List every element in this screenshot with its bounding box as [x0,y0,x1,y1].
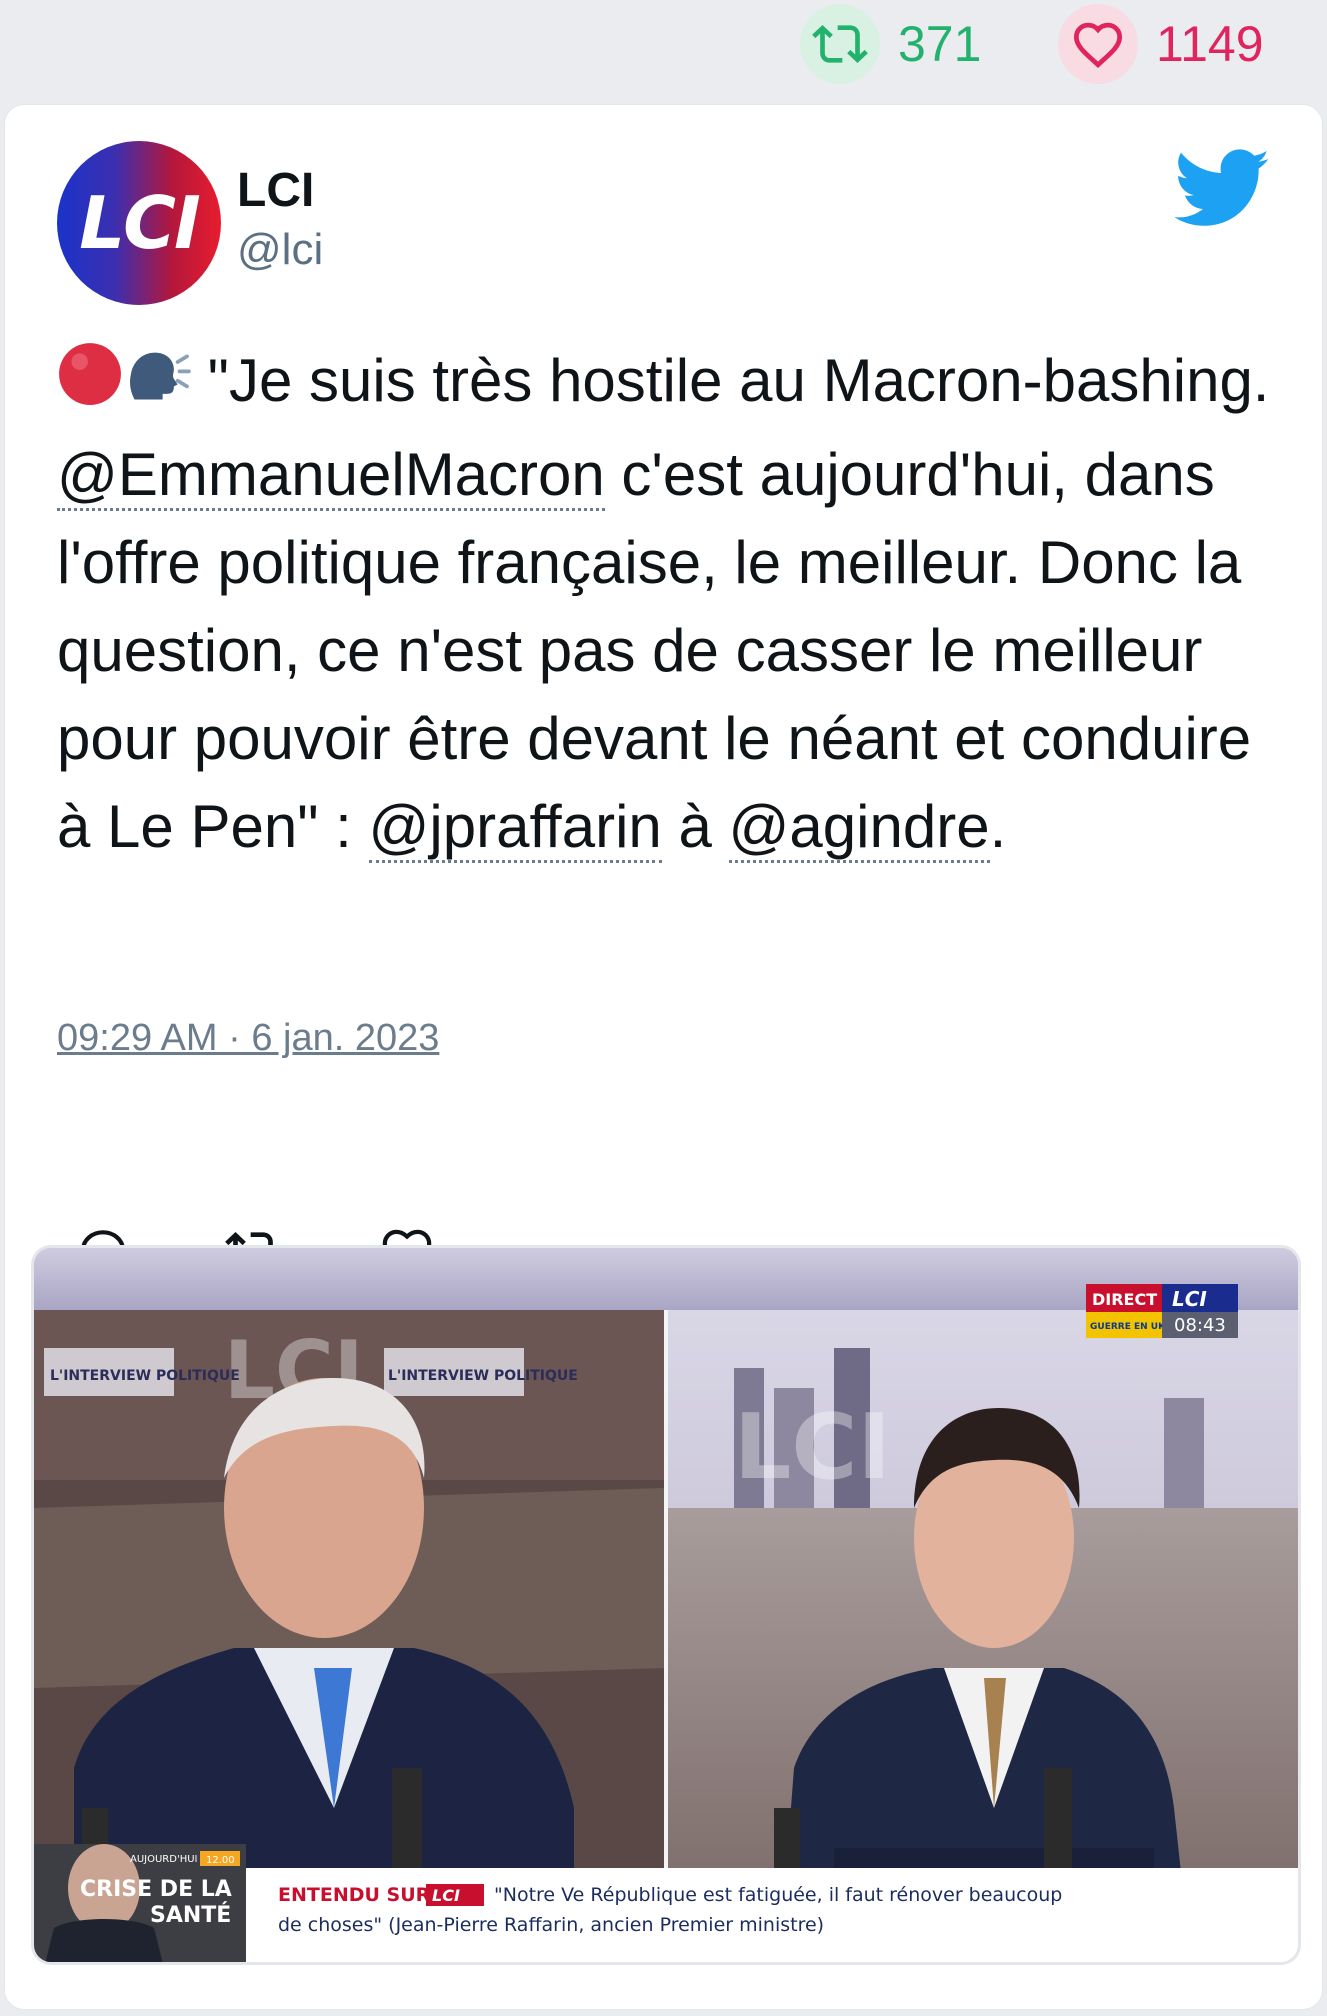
inset-aujourdhui: AUJOURD'HUI [130,1854,198,1865]
tweet-text: "Je suis très hostile au Macron-bashing.… [57,337,1277,871]
mention-agindre[interactable]: @agindre [728,793,990,863]
entendu-banner: ENTENDU SUR LCI "Notre Ve République est… [246,1868,1298,1962]
direct-label: DIRECT [1092,1290,1157,1309]
inset-time: 12.00 [206,1855,235,1866]
right-studio-panel: LCI [668,1310,1298,1900]
engagement-stats-bar: 371 1149 [0,0,1327,96]
heart-icon [1058,4,1138,84]
entendu-label: ENTENDU SUR [278,1884,431,1906]
inset-crise-line-2: SANTÉ [150,1902,231,1928]
interview-sign-2: L'INTERVIEW POLITIQUE [388,1368,578,1384]
like-count: 1149 [1156,16,1264,72]
quote-line-2: de choses" (Jean-Pierre Raffarin, ancien… [278,1914,824,1936]
retweet-stat[interactable]: 371 [800,4,981,84]
tweet-text-part-4: . [989,793,1007,860]
red-circle-emoji [57,341,123,431]
speaking-head-emoji [123,343,191,431]
lci-overlay-logo: LCI [1172,1287,1207,1311]
tweet-text-part-1: "Je suis très hostile au Macron-bashing. [191,347,1270,414]
author-name[interactable]: LCI [237,163,314,218]
right-bg-logo: LCI [734,1395,891,1500]
retweet-icon [800,4,880,84]
quote-line-1: "Notre Ve République est fatiguée, il fa… [494,1884,1062,1906]
tweet-card: LCI LCI @lci "Je suis très hostile au Ma… [4,104,1323,2010]
mention-emmanuelmacron[interactable]: @EmmanuelMacron [57,441,605,511]
mention-jpraffarin[interactable]: @jpraffarin [368,793,662,863]
tweet-text-part-3: à [661,793,729,860]
tv-screenshot: LCI L'INTERVIEW POLITIQUE L'INTERVIEW PO… [34,1248,1298,1962]
inset-thumbnail: AUJOURD'HUI 12.00 CRISE DE LA SANTÉ [34,1844,246,1962]
like-stat[interactable]: 1149 [1058,4,1264,84]
avatar[interactable]: LCI [57,141,221,305]
twitter-bird-icon[interactable] [1175,149,1271,229]
left-studio-panel: LCI L'INTERVIEW POLITIQUE L'INTERVIEW PO… [34,1310,664,1900]
direct-lci-overlay: DIRECT LCI GUERRE EN UKRAINE 08:43 [1086,1284,1238,1338]
tweet-timestamp[interactable]: 09:29 AM · 6 jan. 2023 [57,1017,439,1060]
inset-crise-line-1: CRISE DE LA [80,1877,232,1902]
retweet-count: 371 [898,16,982,72]
avatar-logo-text: LCI [79,181,201,265]
entendu-lci-logo: LCI [432,1886,460,1905]
broadcast-time: 08:43 [1174,1315,1226,1336]
interview-sign-1: L'INTERVIEW POLITIQUE [50,1368,240,1384]
tweet-media-image[interactable]: LCI L'INTERVIEW POLITIQUE L'INTERVIEW PO… [31,1245,1301,1965]
author-handle[interactable]: @lci [237,225,323,275]
